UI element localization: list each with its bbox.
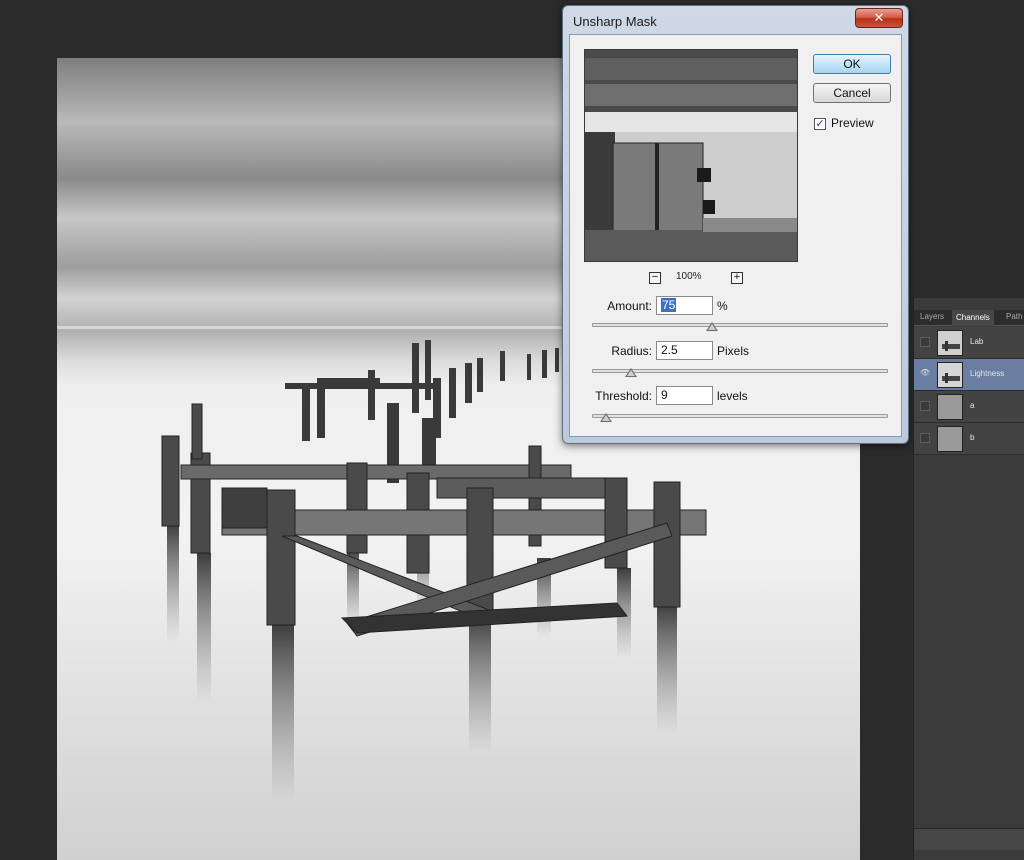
close-button[interactable]: ✕ [855, 8, 903, 28]
amount-slider[interactable] [592, 323, 888, 327]
channel-name: Lab [970, 337, 984, 346]
channels-panel: Layers Channels Path Lab 👁 Lightness a b [913, 298, 1024, 860]
channel-thumbnail [937, 394, 963, 420]
threshold-input[interactable]: 9 [656, 386, 713, 405]
amount-slider-thumb[interactable] [706, 322, 718, 331]
preview-checkbox[interactable]: ✓ [814, 118, 826, 130]
visibility-toggle[interactable] [920, 433, 930, 443]
channel-row-a[interactable]: a [914, 391, 1024, 423]
eye-icon[interactable]: 👁 [920, 369, 930, 379]
radius-label: Radius: [611, 344, 652, 358]
ok-button[interactable]: OK [813, 54, 891, 74]
cancel-button[interactable]: Cancel [813, 83, 891, 103]
channel-name: a [970, 401, 975, 410]
unsharp-mask-dialog: Unsharp Mask ✕ − 100% + OK Cancel ✓ Prev… [562, 5, 909, 444]
amount-label: Amount: [607, 299, 652, 313]
channel-name: Lightness [970, 369, 1005, 378]
preview-image [585, 50, 797, 261]
channel-name: b [970, 433, 975, 442]
zoom-level: 100% [676, 271, 702, 282]
channel-row-lightness[interactable]: 👁 Lightness [914, 359, 1024, 391]
filter-preview[interactable] [584, 49, 798, 262]
tab-channels[interactable]: Channels [952, 310, 994, 326]
plus-icon: + [733, 271, 741, 283]
threshold-slider-thumb[interactable] [600, 413, 612, 422]
dialog-title: Unsharp Mask [573, 14, 657, 29]
channel-thumbnail [937, 362, 963, 388]
radius-input[interactable]: 2.5 [656, 341, 713, 360]
zoom-out-button[interactable]: − [649, 272, 661, 284]
channel-row-lab[interactable]: Lab [914, 327, 1024, 359]
visibility-toggle[interactable] [920, 401, 930, 411]
threshold-unit: levels [717, 389, 748, 403]
channel-thumbnail [937, 330, 963, 356]
preview-label: Preview [831, 116, 874, 130]
zoom-in-button[interactable]: + [731, 272, 743, 284]
panel-footer [914, 828, 1024, 850]
amount-input[interactable]: 75 [656, 296, 713, 315]
amount-value: 75 [661, 298, 677, 312]
tab-paths[interactable]: Path [1006, 312, 1022, 321]
channel-thumbnail [937, 426, 963, 452]
tab-layers[interactable]: Layers [920, 312, 944, 321]
minus-icon: − [651, 271, 659, 283]
dialog-body: − 100% + OK Cancel ✓ Preview Amount: 75 … [569, 34, 902, 437]
close-icon: ✕ [873, 10, 885, 25]
threshold-slider[interactable] [592, 414, 888, 418]
panel-tab-bar: Layers Channels Path [914, 310, 1024, 326]
amount-unit: % [717, 299, 728, 313]
radius-slider-thumb[interactable] [625, 368, 637, 377]
visibility-toggle[interactable] [920, 337, 930, 347]
channel-row-b[interactable]: b [914, 423, 1024, 455]
checkmark-icon: ✓ [815, 118, 825, 130]
threshold-label: Threshold: [595, 389, 652, 403]
radius-unit: Pixels [717, 344, 750, 358]
